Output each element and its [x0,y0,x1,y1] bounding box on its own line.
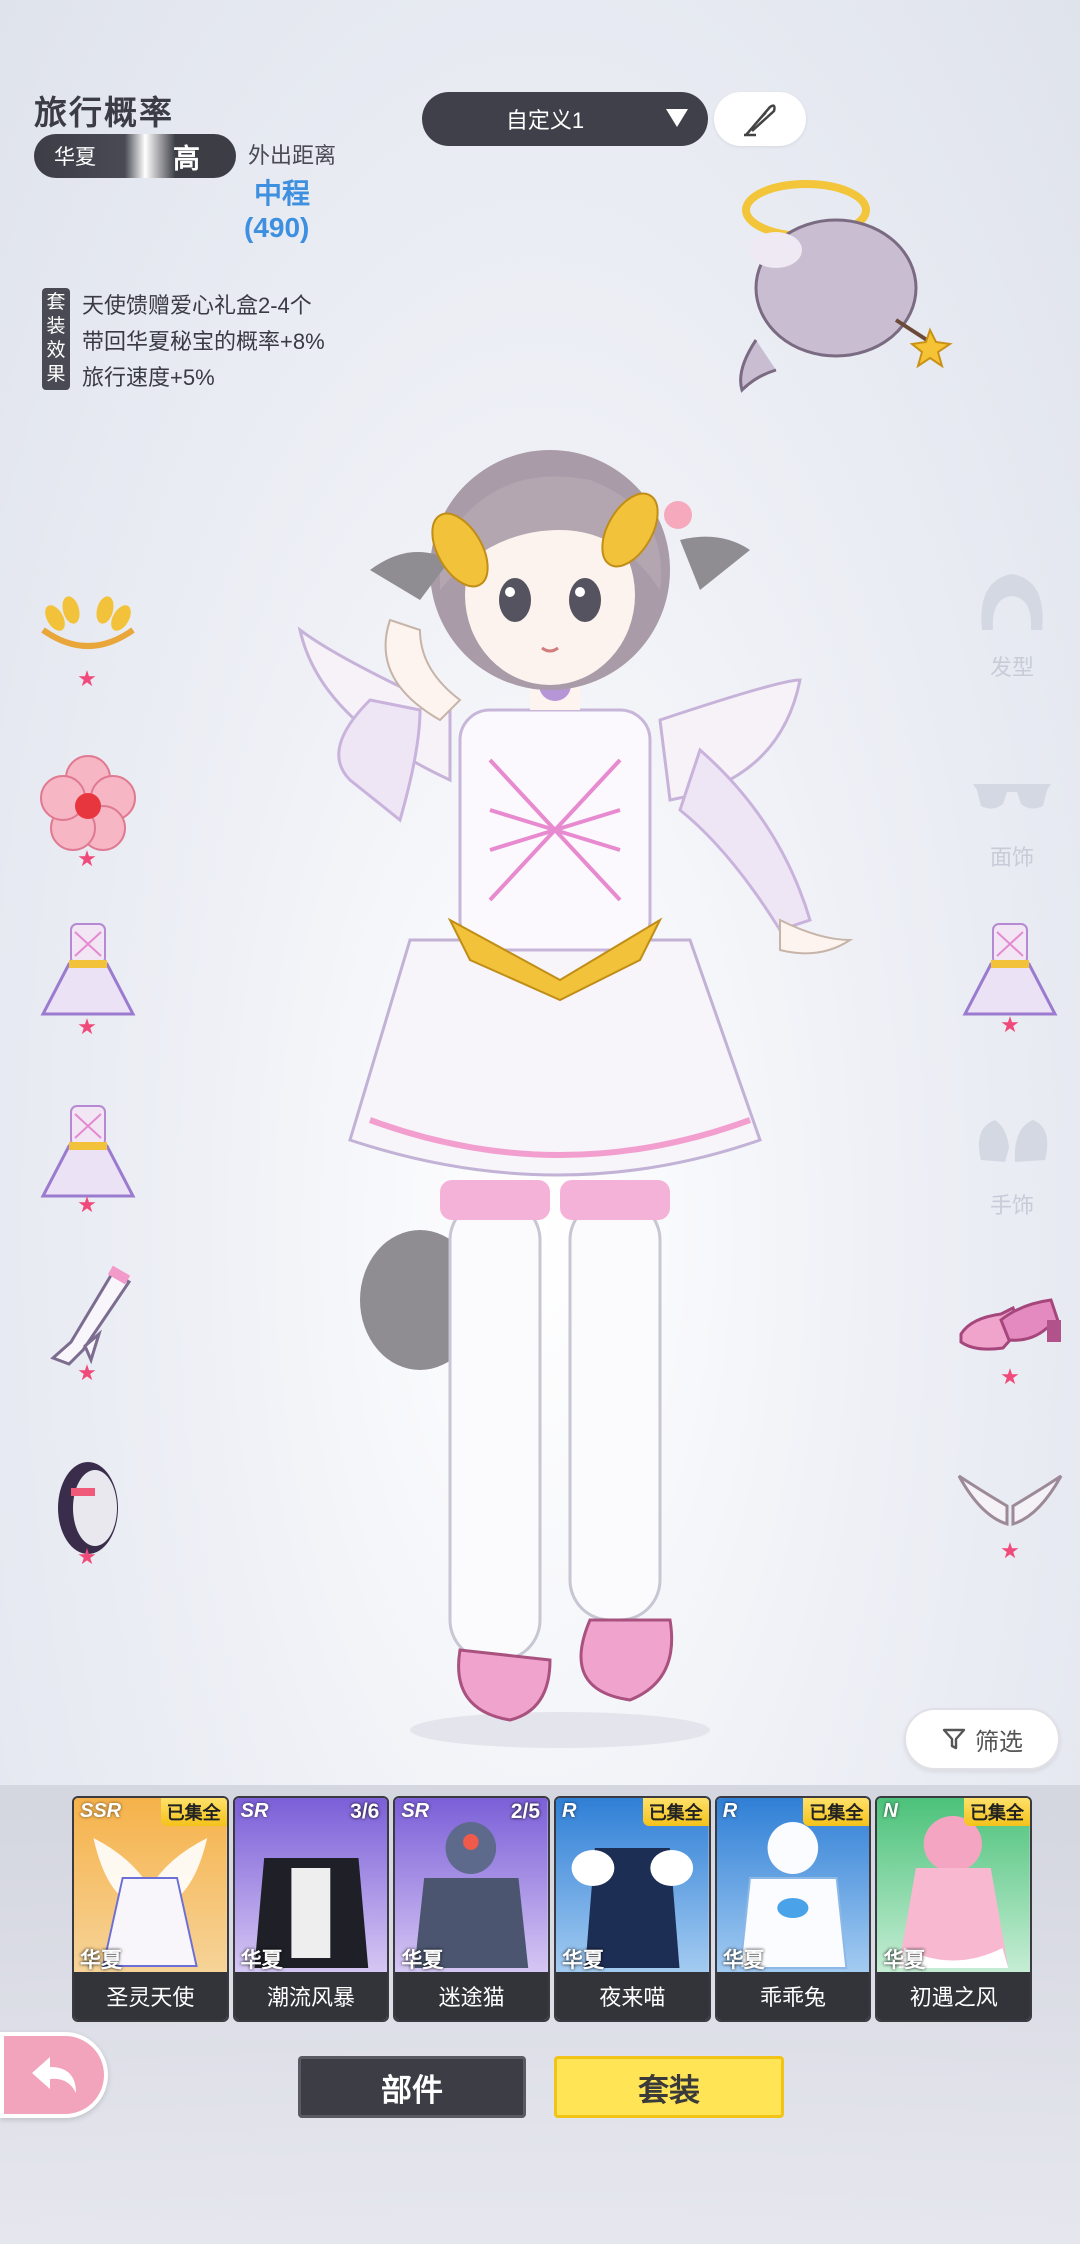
feather-pen-icon [744,104,776,137]
hand-accessory-category-slot[interactable]: 手饰 [952,1098,1072,1220]
back-arrow-icon [32,2057,76,2093]
collected-badge: 已集全 [642,1798,709,1826]
card-name: 圣灵天使 [74,1972,227,2020]
distance-number: (490) [244,212,310,243]
tab-parts[interactable]: 部件 [298,2056,526,2118]
teapot-pet-decoration [739,180,953,393]
set-tag-char: 效 [46,340,66,361]
card-region: 华夏 [240,1949,283,1972]
star-icon: ★ [77,1360,97,1385]
face-accessory-label: 面饰 [989,845,1034,870]
collection-count: 3/6 [350,1800,380,1823]
star-icon: ★ [77,1192,97,1217]
hand-accessory-label: 手饰 [989,1193,1034,1218]
set-effects-list: 天使馈赠爱心礼盒2-4个 带回华夏秘宝的概率+8% 旅行速度+5% [82,288,325,396]
preset-label: 自定义1 [505,108,585,133]
card-region: 华夏 [401,1949,444,1972]
collection-count: 2/5 [510,1800,541,1823]
outfit-set-list: SSR 已集全 华夏 圣灵天使 SR 3/6 华夏 潮流风暴 SR 2/5 华夏… [72,1796,1033,2022]
region-level-pill: 华夏 高 [34,134,236,178]
region-label: 华夏 [54,146,96,169]
card-region: 华夏 [562,1949,605,1972]
sunglasses-icon [973,784,1051,809]
rarity-label: R [562,1800,577,1822]
filter-button[interactable]: 筛选 [904,1708,1060,1770]
rarity-label: SR [240,1800,269,1822]
probability-level: 高 [173,143,200,174]
star-icon: ★ [77,666,97,691]
star-icon: ★ [77,846,97,871]
face-accessory-category-slot[interactable]: 面饰 [952,750,1072,872]
gloves-icon [978,1120,1048,1162]
star-icon: ★ [1000,1012,1020,1037]
card-name: 初遇之风 [877,1972,1031,2020]
set-effect-item: 天使馈赠爱心礼盒2-4个 [82,293,312,318]
set-tag-char: 套 [46,292,66,313]
rarity-label: R [722,1800,738,1822]
outfit-card[interactable]: R 已集全 华夏 夜来喵 [554,1796,711,2022]
rarity-label: SR [401,1800,430,1822]
distance-label: 外出距离 [248,143,337,168]
travel-probability-title: 旅行概率 [34,94,174,131]
rarity-label: SSR [80,1800,122,1822]
tab-set[interactable]: 套装 [554,2056,784,2118]
outfit-card[interactable]: SR 2/5 华夏 迷途猫 [393,1796,551,2022]
outfit-card[interactable]: SSR 已集全 华夏 圣灵天使 [72,1796,229,2022]
set-effect-tag: 套 装 效 果 [42,288,70,390]
collected-badge: 已集全 [803,1798,870,1826]
outfit-card[interactable]: R 已集全 华夏 乖乖兔 [714,1796,872,2022]
rename-preset-button[interactable] [714,92,806,146]
hairstyle-icon [981,574,1043,630]
set-effect-item: 旅行速度+5% [82,365,215,390]
angel-dress-icon [40,923,136,1016]
set-tag-char: 果 [46,364,66,385]
funnel-icon [942,1728,966,1750]
set-effect-item: 带回华夏秘宝的概率+8% [82,329,325,354]
collected-badge: 已集全 [964,1798,1031,1826]
star-icon: ★ [77,1014,97,1039]
card-name: 乖乖兔 [716,1972,870,2020]
outfit-card[interactable]: SR 3/6 华夏 潮流风暴 [232,1796,390,2022]
card-name: 夜来喵 [556,1972,709,2020]
card-name: 潮流风暴 [234,1972,388,2020]
hairstyle-category-slot[interactable]: 发型 [952,560,1072,682]
card-region: 华夏 [80,1949,122,1972]
star-icon: ★ [1000,1364,1020,1389]
character-model [297,450,854,1748]
preset-dropdown[interactable]: 自定义1 [422,92,708,146]
rarity-label: N [883,1800,898,1822]
angel-dress-icon [962,923,1058,1016]
collected-badge: 已集全 [160,1798,227,1826]
back-button[interactable] [0,2032,108,2118]
card-region: 华夏 [883,1949,926,1972]
filter-label: 筛选 [975,1728,1023,1756]
card-region: 华夏 [722,1949,765,1972]
set-tag-char: 装 [46,316,66,337]
hairstyle-label: 发型 [989,655,1034,680]
star-icon: ★ [1000,1538,1020,1563]
star-icon: ★ [77,1544,97,1569]
distance-value: 中程 [254,178,311,209]
card-name: 迷途猫 [395,1972,549,2020]
outfit-card[interactable]: N 已集全 华夏 初遇之风 [875,1796,1033,2022]
caret-down-icon [666,109,688,127]
